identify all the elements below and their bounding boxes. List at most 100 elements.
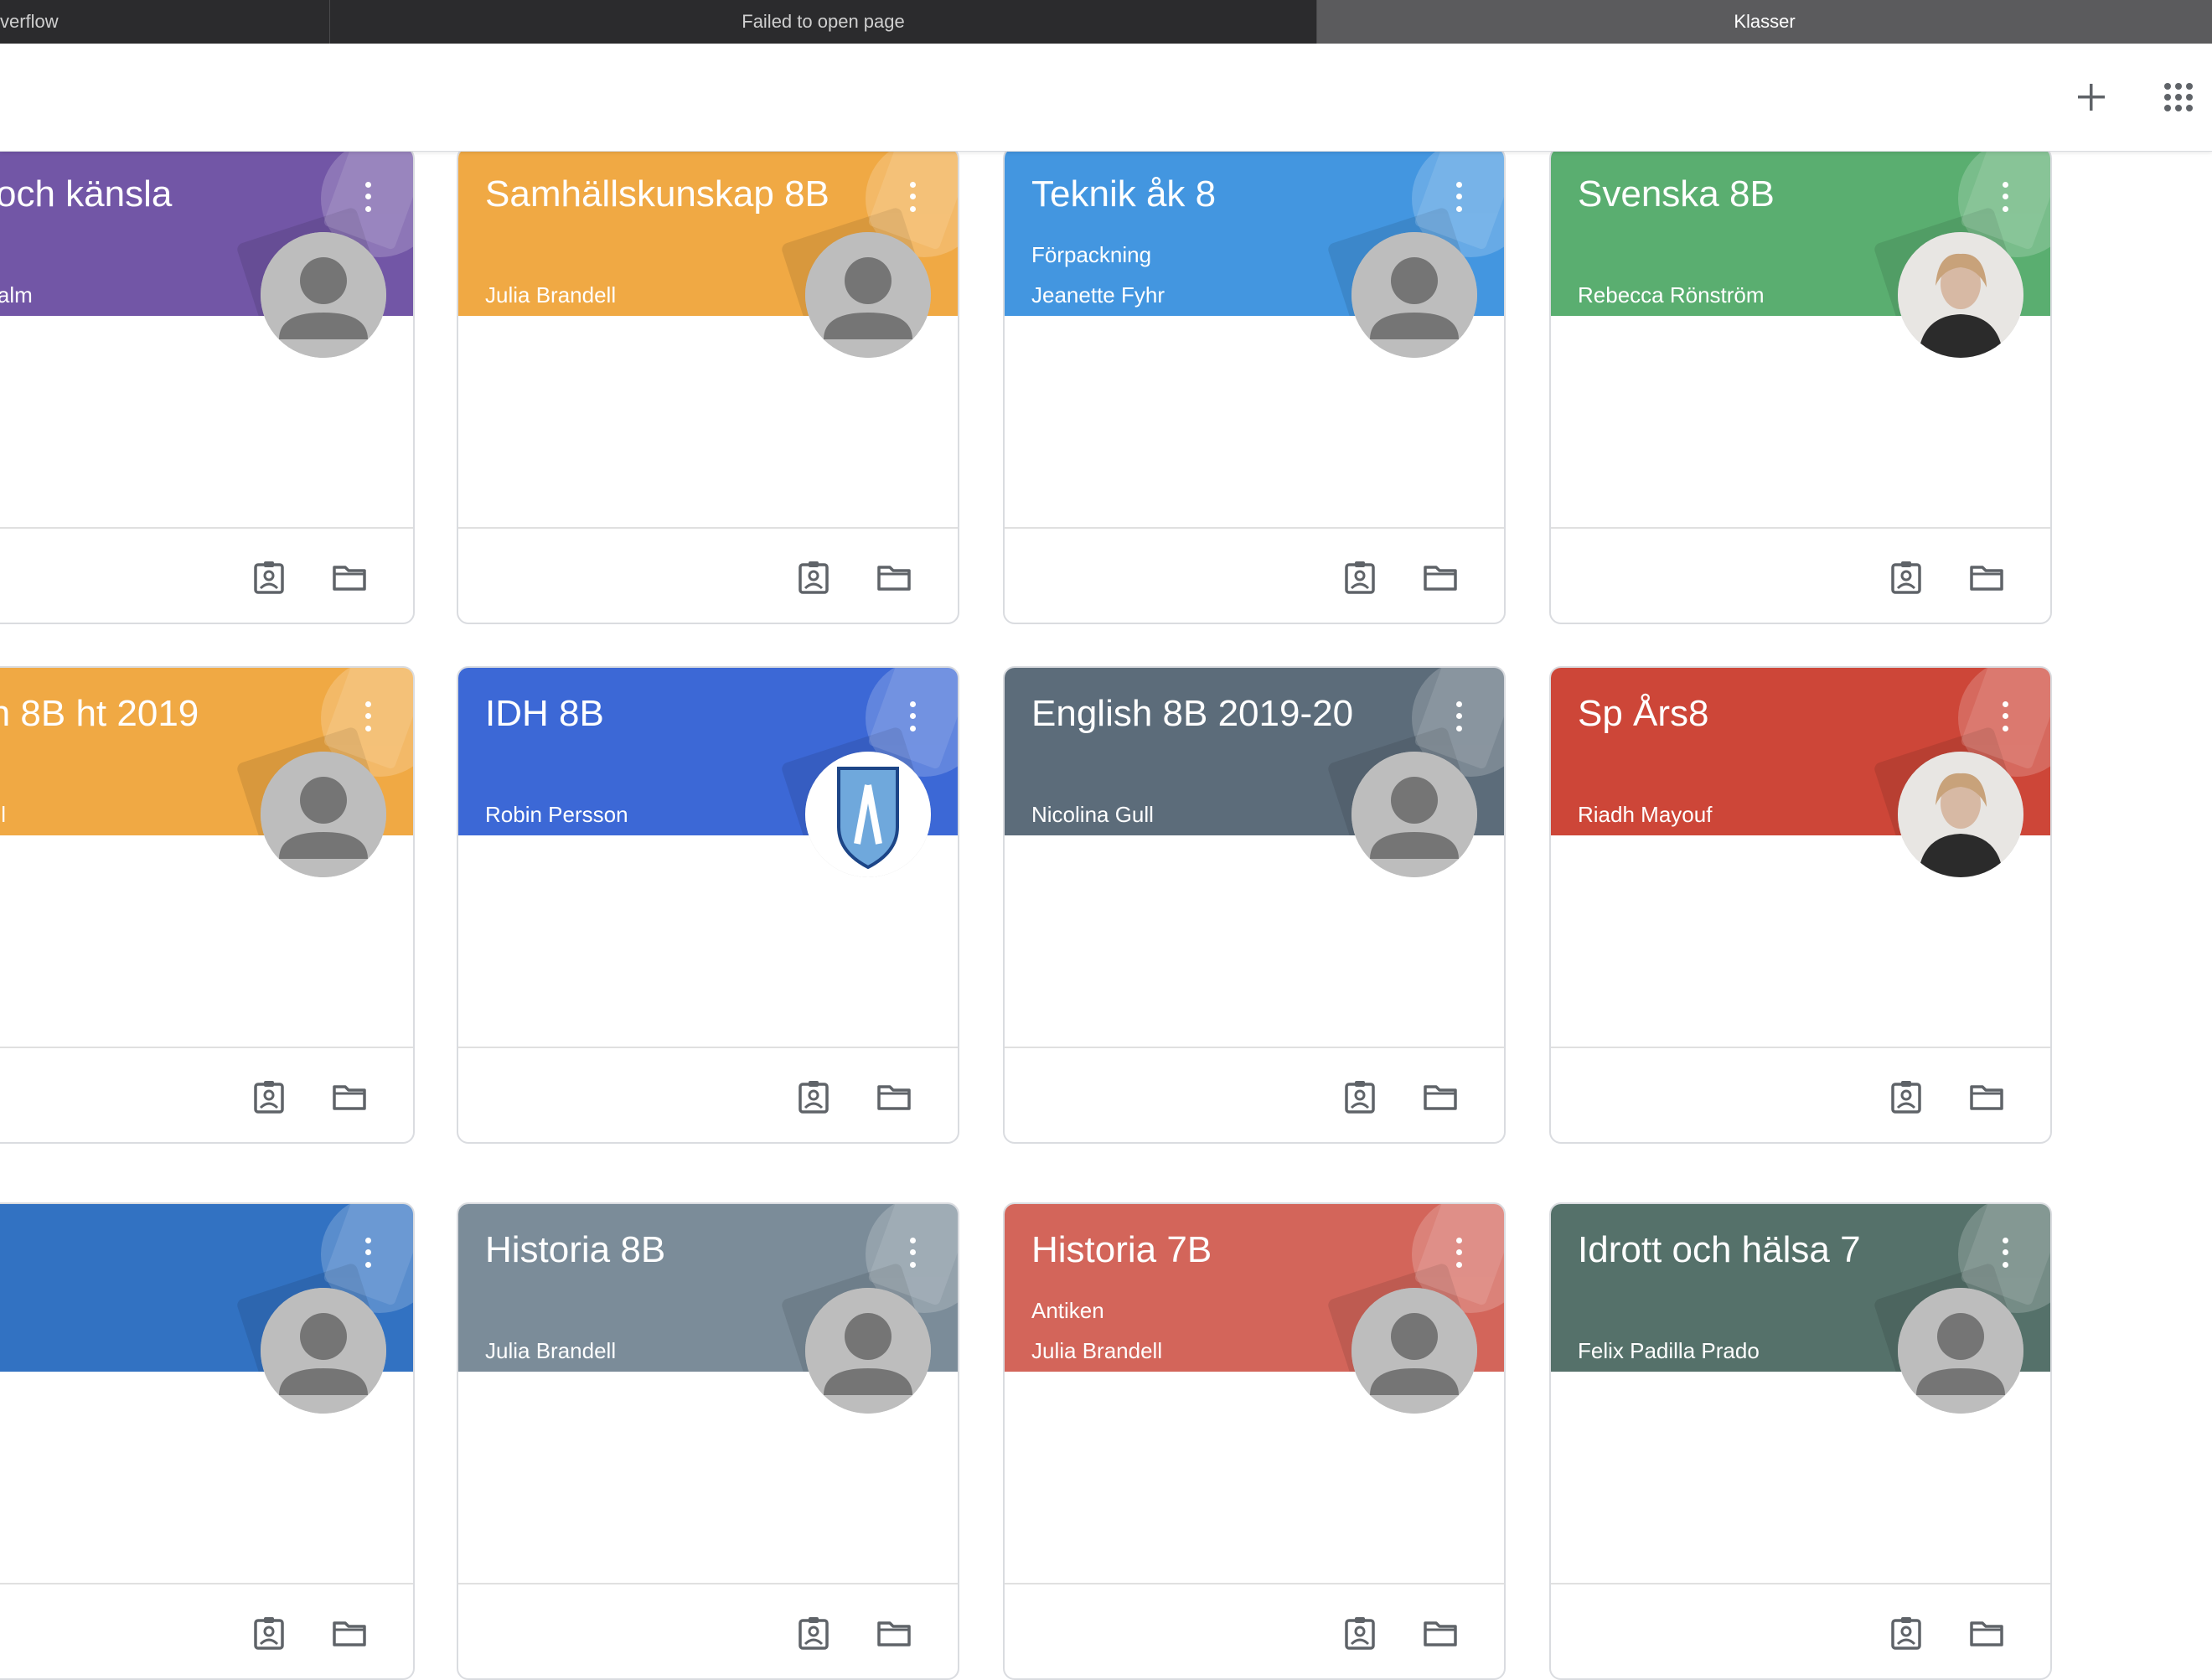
google-apps-button[interactable] [2155, 74, 2202, 121]
more-vert-icon [2002, 700, 2008, 707]
class-title[interactable]: Svenska 8B [1578, 173, 1775, 215]
class-card[interactable]: Historia 8B Julia Brandell [457, 1202, 959, 1680]
assignment-ind-icon [1891, 1081, 1921, 1114]
browser-tab[interactable]: verflow [0, 0, 330, 44]
class-card-footer [458, 527, 958, 623]
open-your-work-button[interactable] [1888, 1615, 1925, 1652]
assignment-ind-icon [1345, 1617, 1375, 1650]
assignment-ind-icon [798, 1617, 829, 1650]
open-class-folder-button[interactable] [1968, 1078, 2005, 1115]
assignment-ind-icon [798, 1081, 829, 1114]
assignment-ind-icon [254, 561, 284, 594]
open-your-work-button[interactable] [795, 1615, 832, 1652]
class-card[interactable]: IDH 8B Robin Persson [457, 666, 959, 1144]
open-class-folder-button[interactable] [1422, 1615, 1459, 1652]
open-class-folder-button[interactable] [331, 559, 368, 596]
class-card[interactable]: Svenska 8B Rebecca Rönström [1549, 147, 2052, 624]
open-your-work-button[interactable] [795, 1078, 832, 1115]
class-title[interactable]: sik och känsla [0, 173, 172, 215]
browser-tab[interactable]: Failed to open page [330, 0, 1317, 44]
teacher-avatar [261, 1288, 386, 1414]
folder-icon [1424, 566, 1457, 591]
apps-grid-icon [2164, 83, 2193, 111]
browser-tab-active[interactable]: Klasser [1317, 0, 2212, 44]
class-options-button[interactable] [904, 698, 921, 735]
class-options-button[interactable] [1450, 1234, 1467, 1271]
class-options-button[interactable] [1997, 698, 2013, 735]
open-class-folder-button[interactable] [331, 1078, 368, 1115]
class-title[interactable]: gion 8B ht 2019 [0, 693, 199, 735]
open-class-folder-button[interactable] [876, 1078, 912, 1115]
more-vert-icon [909, 1237, 916, 1243]
class-card[interactable]: Samhällskunskap 8B Julia Brandell [457, 147, 959, 624]
open-class-folder-button[interactable] [331, 1615, 368, 1652]
teacher-name: Agemalm [0, 282, 33, 308]
open-class-folder-button[interactable] [876, 559, 912, 596]
class-title[interactable]: Samhällskunskap 8B [485, 173, 830, 215]
open-your-work-button[interactable] [1888, 559, 1925, 596]
class-options-button[interactable] [1997, 1234, 2013, 1271]
more-vert-icon [2002, 1237, 2008, 1243]
class-card[interactable]: gion 8B ht 2019 randell [0, 666, 415, 1144]
class-card[interactable]: Idrott och hälsa 7 Felix Padilla Prado [1549, 1202, 2052, 1680]
open-your-work-button[interactable] [1888, 1078, 1925, 1115]
class-title[interactable]: Idrott och hälsa 7 [1578, 1229, 1861, 1271]
open-your-work-button[interactable] [251, 1615, 287, 1652]
folder-icon [333, 1621, 366, 1646]
class-options-button[interactable] [1450, 178, 1467, 215]
class-section: Antiken [1031, 1298, 1104, 1323]
open-class-folder-button[interactable] [1422, 559, 1459, 596]
default-avatar [1351, 752, 1477, 877]
teacher-avatar [805, 232, 931, 358]
teacher-avatar [805, 1288, 931, 1414]
open-your-work-button[interactable] [251, 559, 287, 596]
open-class-folder-button[interactable] [1422, 1078, 1459, 1115]
assignment-ind-icon [254, 1081, 284, 1114]
teacher-name: Riadh Mayouf [1578, 802, 1713, 827]
more-vert-icon [909, 181, 916, 188]
open-your-work-button[interactable] [1341, 559, 1378, 596]
open-your-work-button[interactable] [251, 1078, 287, 1115]
default-avatar [261, 752, 386, 877]
photo-avatar [1898, 232, 2023, 358]
class-title[interactable]: Historia 7B [1031, 1229, 1212, 1271]
folder-icon [333, 566, 366, 591]
class-card-footer [0, 1583, 413, 1678]
class-options-button[interactable] [904, 1234, 921, 1271]
default-avatar [1351, 1288, 1477, 1414]
class-options-button[interactable] [359, 1234, 376, 1271]
assignment-ind-icon [254, 1617, 284, 1650]
more-vert-icon [1455, 1237, 1462, 1243]
class-options-button[interactable] [359, 178, 376, 215]
class-options-button[interactable] [1997, 178, 2013, 215]
folder-icon [877, 1085, 911, 1110]
class-title[interactable]: Teknik åk 8 [1031, 173, 1216, 215]
class-options-button[interactable] [1450, 698, 1467, 735]
class-card[interactable]: Historia 7B Antiken Julia Brandell [1003, 1202, 1506, 1680]
class-title[interactable]: IDH 8B [485, 693, 604, 735]
folder-icon [1424, 1621, 1457, 1646]
class-card[interactable]: Sp Års8 Riadh Mayouf [1549, 666, 2052, 1144]
open-class-folder-button[interactable] [1968, 1615, 2005, 1652]
folder-icon [1970, 566, 2003, 591]
class-options-button[interactable] [904, 178, 921, 215]
class-title[interactable]: Historia 8B [485, 1229, 665, 1271]
open-class-folder-button[interactable] [1968, 559, 2005, 596]
assignment-ind-icon [1891, 1617, 1921, 1650]
class-title[interactable]: Sp Års8 [1578, 693, 1709, 735]
class-card[interactable]: Teknik åk 8 Förpackning Jeanette Fyhr [1003, 147, 1506, 624]
open-your-work-button[interactable] [795, 559, 832, 596]
mff-logo-avatar [805, 752, 931, 877]
open-class-folder-button[interactable] [876, 1615, 912, 1652]
class-card[interactable]: sik och känsla Agemalm [0, 147, 415, 624]
teacher-avatar [261, 232, 386, 358]
add-class-button[interactable] [2068, 74, 2115, 121]
class-title[interactable]: English 8B 2019-20 [1031, 693, 1353, 735]
class-card[interactable]: English 8B 2019-20 Nicolina Gull [1003, 666, 1506, 1144]
class-card[interactable]: 8B aenen [0, 1202, 415, 1680]
class-card-footer [1551, 1047, 2050, 1142]
open-your-work-button[interactable] [1341, 1078, 1378, 1115]
class-options-button[interactable] [359, 698, 376, 735]
more-vert-icon [364, 700, 371, 707]
open-your-work-button[interactable] [1341, 1615, 1378, 1652]
